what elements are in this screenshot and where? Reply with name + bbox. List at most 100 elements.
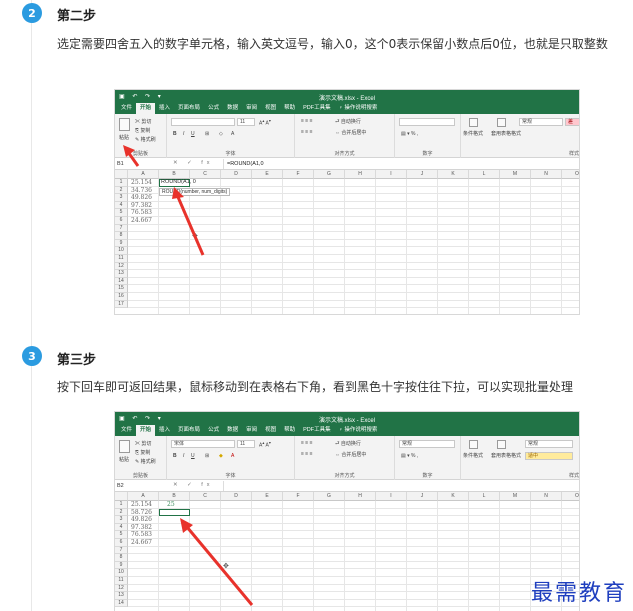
column-header-n[interactable]: N	[531, 170, 562, 179]
font-color-icon[interactable]: A	[231, 131, 234, 137]
cut-button[interactable]: ✂ 剪切	[135, 440, 151, 447]
merge-center-button[interactable]: ⇔ 合并后居中	[335, 129, 366, 136]
row-header-9[interactable]: 9	[115, 561, 128, 570]
formula-bar-icons[interactable]: ✕ ✓ fx	[173, 160, 214, 166]
row-header-6[interactable]: 6	[115, 217, 128, 225]
row-header-1[interactable]: 1	[115, 501, 128, 509]
column-header-d[interactable]: D	[221, 170, 252, 179]
cell-a2[interactable]: 58.726	[131, 509, 152, 517]
font-name-select[interactable]	[171, 118, 235, 126]
tab-formulas[interactable]: 公式	[204, 425, 223, 436]
row-header-5[interactable]: 5	[115, 209, 128, 217]
tab-data[interactable]: 数据	[223, 103, 242, 114]
cell-a4[interactable]: 97.382	[131, 524, 152, 532]
worksheet-grid[interactable]: A B C D E F G H I J K L M N O 1 2 3 4 5 6 7 8 9 10 11 12 13 14 25.154…	[115, 492, 579, 611]
align-left-icon[interactable]: ≡ ≡ ≡	[301, 129, 313, 135]
table-format-button[interactable]: 套用表格格式	[491, 452, 521, 459]
tell-me-search[interactable]: ♀ 操作说明搜索	[335, 103, 382, 114]
row-header-3[interactable]: 3	[115, 516, 128, 524]
row-header-2[interactable]: 2	[115, 508, 128, 517]
column-header-b[interactable]: B	[159, 492, 190, 501]
row-header-13[interactable]: 13	[115, 270, 128, 278]
column-header-i[interactable]: I	[376, 170, 407, 179]
italic-button[interactable]: I	[183, 453, 184, 459]
cell-a6[interactable]: 24.667	[131, 539, 152, 547]
row-header-3[interactable]: 3	[115, 194, 128, 202]
bold-button[interactable]: B	[173, 453, 177, 459]
tab-file[interactable]: 文件	[117, 103, 136, 114]
number-format-select[interactable]: 常规	[399, 440, 455, 448]
row-header-10[interactable]: 10	[115, 569, 128, 577]
column-header-l[interactable]: L	[469, 170, 500, 179]
column-header-m[interactable]: M	[500, 170, 531, 179]
column-header-e[interactable]: E	[252, 170, 283, 179]
conditional-format-button[interactable]: 条件格式	[463, 452, 483, 459]
style-medium[interactable]: 适中	[525, 452, 573, 460]
tab-review[interactable]: 审阅	[242, 425, 261, 436]
paste-icon[interactable]	[119, 440, 130, 453]
tab-pdf-tools[interactable]: PDF工具集	[299, 103, 335, 114]
cell-b1-result[interactable]: 25	[167, 501, 175, 509]
conditional-format-icon[interactable]	[469, 440, 478, 449]
row-header-13[interactable]: 13	[115, 592, 128, 600]
row-header-12[interactable]: 12	[115, 584, 128, 593]
cell-a1[interactable]: 25.154	[131, 501, 152, 509]
fill-color-icon[interactable]: ◆	[219, 453, 223, 459]
cell-a6[interactable]: 24.667	[131, 217, 152, 225]
align-top-icon[interactable]: ≡ ≡ ≡	[301, 118, 313, 124]
column-header-m[interactable]: M	[500, 492, 531, 501]
row-header-8[interactable]: 8	[115, 232, 128, 240]
copy-button[interactable]: ⎘ 复制	[135, 449, 150, 456]
tab-pdf-tools[interactable]: PDF工具集	[299, 425, 335, 436]
row-header-6[interactable]: 6	[115, 539, 128, 547]
tab-help[interactable]: 帮助	[280, 425, 299, 436]
number-format-select[interactable]	[399, 118, 455, 126]
row-header-8[interactable]: 8	[115, 554, 128, 562]
tab-view[interactable]: 视图	[261, 103, 280, 114]
active-cell-b2[interactable]	[159, 508, 190, 517]
column-header-k[interactable]: K	[438, 170, 469, 179]
table-format-icon[interactable]	[497, 118, 506, 127]
border-icon[interactable]: ⊞	[205, 131, 209, 137]
row-header-5[interactable]: 5	[115, 531, 128, 539]
underline-button[interactable]: U	[191, 453, 195, 459]
name-box[interactable]: B2	[117, 482, 157, 490]
column-header-j[interactable]: J	[407, 170, 438, 179]
row-header-4[interactable]: 4	[115, 523, 128, 532]
tab-page-layout[interactable]: 页面布局	[174, 103, 204, 114]
tab-home[interactable]: 开始	[136, 425, 156, 436]
tab-file[interactable]: 文件	[117, 425, 136, 436]
tab-formulas[interactable]: 公式	[204, 103, 223, 114]
row-header-1[interactable]: 1	[115, 179, 128, 187]
column-header-e[interactable]: E	[252, 492, 283, 501]
column-header-n[interactable]: N	[531, 492, 562, 501]
font-size-select[interactable]: 11	[237, 118, 255, 126]
italic-button[interactable]: I	[183, 131, 184, 137]
column-header-l[interactable]: L	[469, 492, 500, 501]
table-format-button[interactable]: 套用表格格式	[491, 130, 521, 137]
style-normal[interactable]: 常规	[519, 118, 563, 126]
tab-page-layout[interactable]: 页面布局	[174, 425, 204, 436]
bold-button[interactable]: B	[173, 131, 177, 137]
row-header-15[interactable]: 15	[115, 285, 128, 293]
tell-me-search[interactable]: ♀ 操作说明搜索	[335, 425, 382, 436]
paste-icon[interactable]	[119, 118, 130, 131]
column-header-g[interactable]: G	[314, 492, 345, 501]
column-header-a[interactable]: A	[128, 170, 159, 179]
row-header-12[interactable]: 12	[115, 262, 128, 271]
tab-insert[interactable]: 插入	[155, 425, 174, 436]
style-normal[interactable]: 常规	[525, 440, 573, 448]
cell-a5[interactable]: 76.583	[131, 209, 152, 217]
column-header-c[interactable]: C	[190, 170, 221, 179]
row-header-4[interactable]: 4	[115, 201, 128, 210]
cell-a3[interactable]: 49.826	[131, 194, 152, 202]
copy-button[interactable]: ⎘ 复制	[135, 127, 150, 134]
tab-data[interactable]: 数据	[223, 425, 242, 436]
wrap-text-button[interactable]: ⮐ 自动换行	[335, 440, 361, 449]
font-name-select[interactable]: 宋体	[171, 440, 235, 448]
tab-home[interactable]: 开始	[136, 103, 156, 114]
row-header-7[interactable]: 7	[115, 546, 128, 555]
wrap-text-button[interactable]: ⮐ 自动换行	[335, 118, 361, 127]
column-header-k[interactable]: K	[438, 492, 469, 501]
select-all-corner[interactable]	[115, 492, 128, 501]
